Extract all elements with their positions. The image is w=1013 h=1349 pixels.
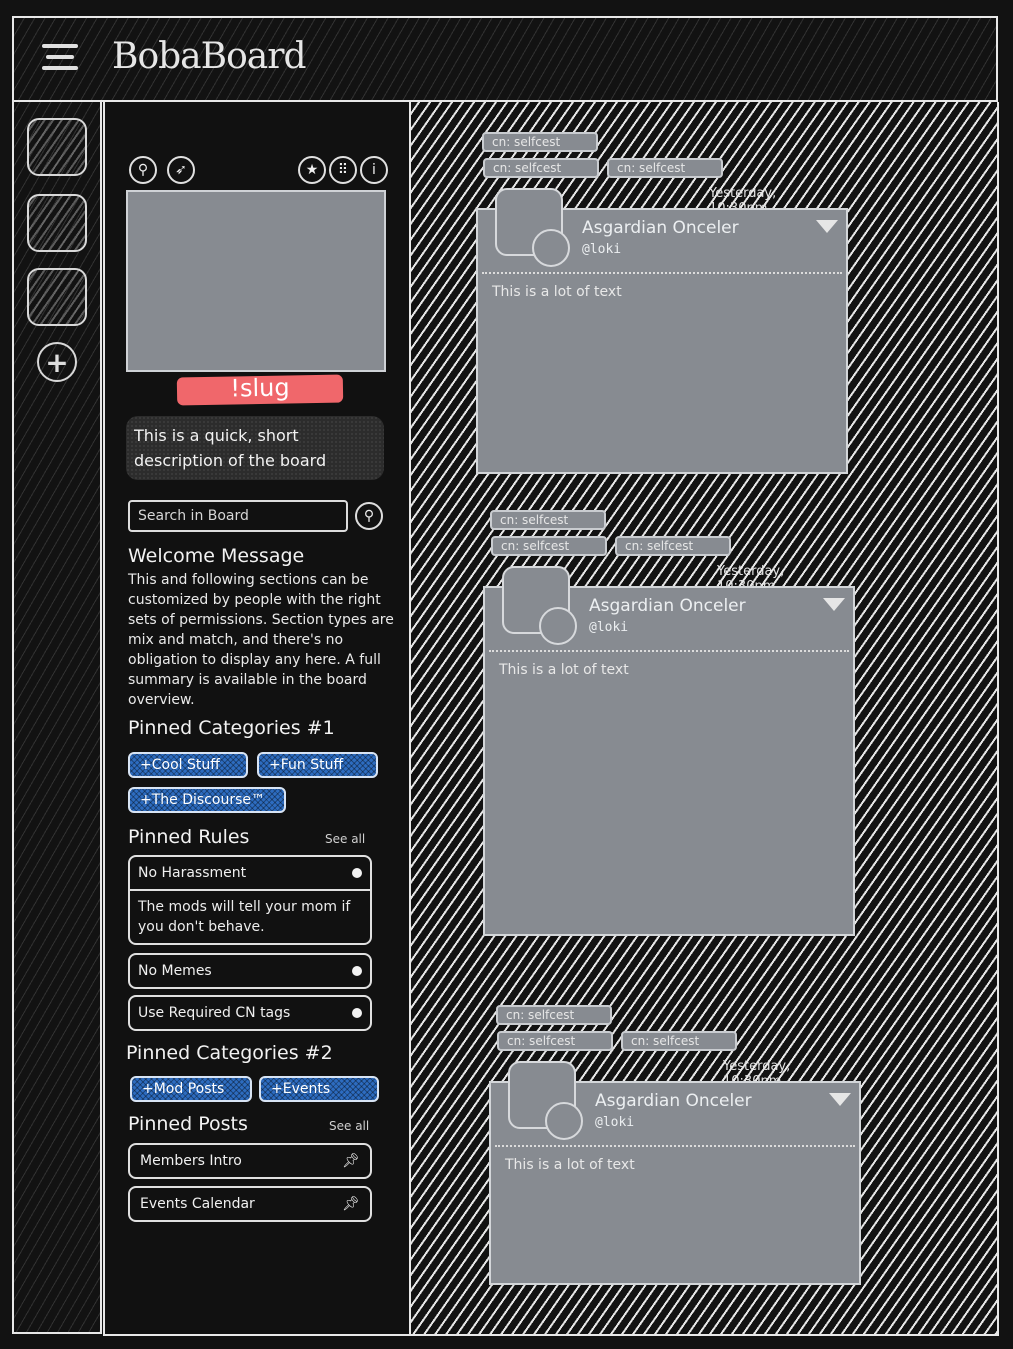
content-warning-tag[interactable]: cn: selfcest — [483, 158, 599, 178]
post-card[interactable]: Asgardian Onceler @loki This is a lot of… — [483, 586, 855, 936]
divider — [495, 1145, 855, 1147]
content-warning-tag[interactable]: cn: selfcest — [490, 510, 606, 530]
pin-icon: 📌︎ — [342, 1153, 360, 1169]
pinned-categories-2-title: Pinned Categories #2 — [126, 1042, 333, 1064]
hamburger-menu-icon[interactable] — [42, 44, 78, 74]
info-icon[interactable]: ⅰ — [360, 156, 388, 184]
content-warning-tag[interactable]: cn: selfcest — [621, 1031, 737, 1051]
board-sidebar: ⚲ ➶ ★ ⠿ ⅰ !slug This is a quick, short d… — [103, 102, 411, 1336]
star-icon[interactable]: ★ — [298, 156, 326, 184]
board-avatar-1[interactable] — [27, 118, 87, 176]
pinned-posts-title: Pinned Posts — [128, 1113, 248, 1135]
rule-body: The mods will tell your mom if you don't… — [130, 889, 370, 943]
post-handle: @loki — [595, 1115, 635, 1130]
category-tag[interactable]: +The Discourse™ — [128, 787, 286, 813]
divider — [482, 272, 842, 274]
rules-see-all-link[interactable]: See all — [325, 832, 365, 846]
rule-title: Use Required CN tags — [138, 1005, 291, 1021]
pin-icon[interactable]: ⚲ — [129, 156, 157, 184]
add-board-plus-icon[interactable]: + — [37, 342, 77, 382]
board-description: This is a quick, short description of th… — [126, 416, 384, 480]
pinned-rules-title: Pinned Rules — [128, 826, 250, 848]
app-header: BobaBoard — [12, 16, 998, 102]
category-tag[interactable]: +Events — [259, 1076, 379, 1102]
avatar-badge — [532, 229, 570, 267]
board-slug: !slug — [176, 373, 344, 406]
rule-title: No Harassment — [138, 865, 247, 881]
post-body: This is a lot of text — [499, 662, 629, 678]
pinned-post-item[interactable]: Events Calendar 📌︎ — [128, 1186, 372, 1222]
rule-item[interactable]: Use Required CN tags — [128, 995, 372, 1031]
post-options-chevron-icon[interactable] — [816, 220, 838, 233]
search-board-input[interactable] — [128, 500, 348, 532]
post-options-chevron-icon[interactable] — [829, 1093, 851, 1106]
pinned-post-title: Events Calendar — [140, 1196, 255, 1212]
content-warning-tag[interactable]: cn: selfcest — [482, 132, 598, 152]
post-body: This is a lot of text — [492, 284, 622, 300]
post-feed[interactable]: cn: selfcest cn: selfcest cn: selfcest Y… — [411, 102, 999, 1336]
content-warning-tag[interactable]: cn: selfcest — [496, 1005, 612, 1025]
posts-see-all-link[interactable]: See all — [329, 1119, 369, 1133]
post-handle: @loki — [582, 242, 622, 257]
rule-title: No Memes — [138, 963, 212, 979]
expand-dot-icon[interactable] — [352, 1008, 362, 1018]
compass-icon[interactable]: ➶ — [167, 156, 195, 184]
category-tag[interactable]: +Mod Posts — [130, 1076, 252, 1102]
pin-icon: 📌︎ — [342, 1196, 360, 1212]
welcome-title: Welcome Message — [128, 545, 305, 567]
rule-item[interactable]: No Harassment The mods will tell your mo… — [128, 855, 372, 945]
rule-item[interactable]: No Memes — [128, 953, 372, 989]
board-avatar-3[interactable] — [27, 268, 87, 326]
post-body: This is a lot of text — [505, 1157, 635, 1173]
welcome-body: This and following sections can be custo… — [128, 572, 394, 708]
post-options-chevron-icon[interactable] — [823, 598, 845, 611]
collapse-dot-icon[interactable] — [352, 868, 362, 878]
avatar-badge — [539, 607, 577, 645]
avatar-badge — [545, 1102, 583, 1140]
post-handle: @loki — [589, 620, 629, 635]
pinned-categories-1-title: Pinned Categories #1 — [128, 717, 335, 739]
pinned-post-title: Members Intro — [140, 1153, 242, 1169]
app-title[interactable]: BobaBoard — [112, 36, 306, 77]
content-warning-tag[interactable]: cn: selfcest — [607, 158, 723, 178]
grid-icon[interactable]: ⠿ — [329, 156, 357, 184]
board-cover-image — [126, 190, 386, 372]
search-icon[interactable]: ⚲ — [355, 502, 383, 530]
expand-dot-icon[interactable] — [352, 966, 362, 976]
board-avatar-2[interactable] — [27, 194, 87, 252]
post-author[interactable]: Asgardian Onceler — [595, 1091, 752, 1111]
boards-rail: + — [12, 102, 102, 1334]
category-tag[interactable]: +Cool Stuff — [128, 752, 248, 778]
divider — [489, 650, 849, 652]
post-author[interactable]: Asgardian Onceler — [582, 218, 739, 238]
post-author[interactable]: Asgardian Onceler — [589, 596, 746, 616]
category-tag[interactable]: +Fun Stuff — [257, 752, 378, 778]
pinned-post-item[interactable]: Members Intro 📌︎ — [128, 1143, 372, 1179]
content-warning-tag[interactable]: cn: selfcest — [491, 536, 607, 556]
content-warning-tag[interactable]: cn: selfcest — [497, 1031, 613, 1051]
content-warning-tag[interactable]: cn: selfcest — [615, 536, 731, 556]
